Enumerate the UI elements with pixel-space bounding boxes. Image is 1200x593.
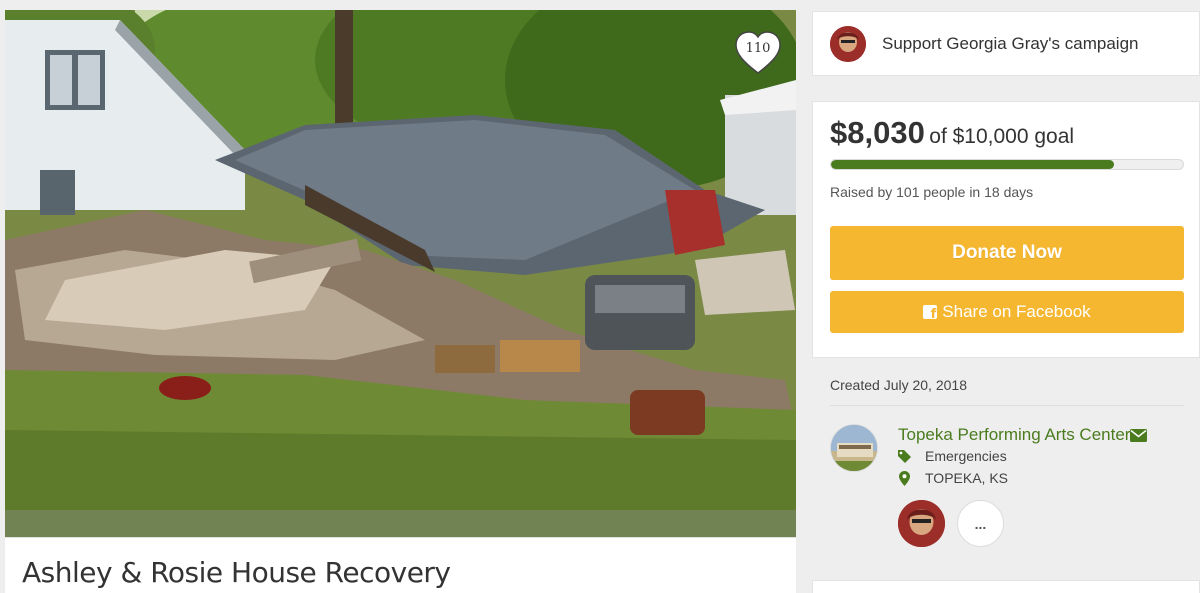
- facebook-icon: [923, 305, 938, 319]
- more-team-button[interactable]: ...: [957, 500, 1004, 547]
- category-link[interactable]: Emergencies: [925, 448, 1007, 464]
- campaign-photo: 110: [5, 10, 796, 537]
- organizer-name-link[interactable]: Topeka Performing Arts Center: [898, 425, 1130, 445]
- organizer-logo[interactable]: [830, 424, 878, 472]
- support-campaign-card[interactable]: Support Georgia Gray's campaign: [812, 11, 1200, 76]
- share-on-facebook-button[interactable]: Share on Facebook: [830, 291, 1184, 333]
- envelope-icon[interactable]: [1130, 429, 1147, 442]
- donation-card: $8,030 of $10,000 goal Raised by 101 peo…: [812, 101, 1200, 358]
- amount-raised: $8,030: [830, 115, 925, 150]
- divider: [830, 405, 1184, 406]
- location-text: TOPEKA, KS: [925, 470, 1008, 486]
- progress-bar: [830, 159, 1184, 170]
- raised-by-text: Raised by 101 people in 18 days: [830, 184, 1034, 200]
- goal-text: of $10,000 goal: [929, 125, 1075, 148]
- share-button-label: Share on Facebook: [942, 302, 1091, 321]
- campaign-title: Ashley & Rosie House Recovery: [22, 556, 451, 589]
- created-date: Created July 20, 2018: [830, 377, 967, 393]
- organizer-avatar: [830, 26, 866, 62]
- like-button[interactable]: 110: [732, 27, 784, 79]
- like-count: 110: [745, 41, 771, 56]
- campaign-title-card: Ashley & Rosie House Recovery: [5, 537, 796, 593]
- support-campaign-text: Support Georgia Gray's campaign: [882, 34, 1139, 53]
- campaign-photo-illustration: [5, 10, 796, 537]
- donate-now-button[interactable]: Donate Now: [830, 226, 1184, 280]
- team-member-avatar[interactable]: [898, 500, 945, 547]
- progress-fill: [831, 160, 1114, 169]
- tag-icon: [898, 450, 911, 463]
- next-card: [812, 580, 1200, 593]
- map-pin-icon: [899, 471, 910, 486]
- amount-line: $8,030 of $10,000 goal: [830, 115, 1074, 151]
